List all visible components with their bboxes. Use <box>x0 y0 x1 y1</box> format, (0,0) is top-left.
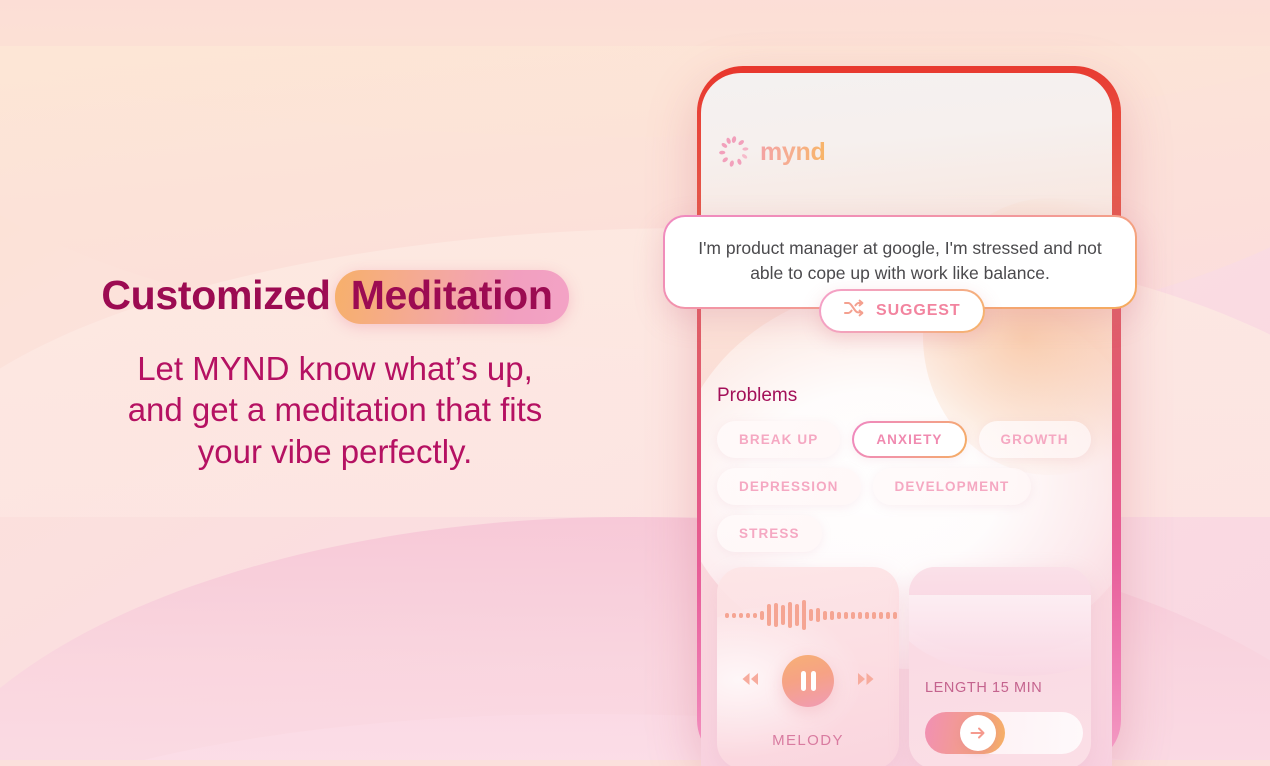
melody-label: MELODY <box>772 732 844 749</box>
waveform-bar <box>844 611 848 619</box>
problem-tag-stress[interactable]: STRESS <box>717 515 822 552</box>
subcopy-line-3: your vibe perfectly. <box>197 432 473 470</box>
waveform-bar <box>753 612 757 618</box>
subcopy-line-2: and get a meditation that fits <box>127 391 543 429</box>
rewind-button[interactable] <box>740 671 760 692</box>
waveform-bar <box>893 611 897 619</box>
headline-highlight-pill: Meditation <box>334 270 569 325</box>
mynd-loop-icon <box>717 135 751 169</box>
waveform-bar <box>858 611 862 619</box>
suggest-button-inner: SUGGEST <box>821 291 983 331</box>
phone-screen: mynd Problems BREAK UP ANXIETY GROWTH DE… <box>701 73 1112 766</box>
length-card: LENGTH 15 MIN <box>909 567 1091 766</box>
pause-bar-left <box>800 671 806 691</box>
suggest-button-label: SUGGEST <box>876 301 961 319</box>
waveform-bar <box>830 610 834 620</box>
app-logo-text: mynd <box>760 137 826 166</box>
cards-row: MELODY LENGTH 15 MIN <box>717 567 1091 766</box>
waveform-bar <box>767 604 771 626</box>
length-toggle[interactable] <box>925 712 1083 754</box>
hero-copy: Customized Meditation Let MYND know what’… <box>0 270 670 472</box>
waveform-bar <box>886 611 890 619</box>
waveform-bar <box>781 605 785 625</box>
suggest-button[interactable]: SUGGEST <box>819 289 985 333</box>
length-blob-2 <box>909 595 1091 677</box>
problem-tag-development[interactable]: DEVELOPMENT <box>872 468 1032 505</box>
waveform-bar <box>746 612 750 618</box>
length-label: LENGTH 15 MIN <box>925 680 1043 696</box>
waveform-bar <box>802 600 806 630</box>
waveform-bar <box>809 609 813 621</box>
player-controls <box>717 655 899 707</box>
waveform-bar <box>732 612 736 618</box>
shuffle-icon <box>843 299 865 322</box>
waveform-bar <box>872 611 876 619</box>
headline-plain: Customized <box>101 272 331 318</box>
waveform-bar <box>879 611 883 619</box>
problem-tag-break-up[interactable]: BREAK UP <box>717 421 841 458</box>
waveform-bar <box>823 610 827 620</box>
subcopy-line-1: Let MYND know what’s up, <box>137 350 533 388</box>
app-logo: mynd <box>717 135 826 169</box>
problem-tag-anxiety[interactable]: ANXIETY <box>852 421 966 458</box>
waveform-bar <box>739 612 743 618</box>
waveform-bar <box>788 602 792 628</box>
problem-tag-depression[interactable]: DEPRESSION <box>717 468 861 505</box>
problems-section-title: Problems <box>717 385 798 406</box>
waveform <box>725 600 899 630</box>
waveform-bar <box>795 604 799 626</box>
pause-bar-right <box>810 671 816 691</box>
hero-subcopy: Let MYND know what’s up, and get a medit… <box>0 348 670 472</box>
waveform-bar <box>851 611 855 619</box>
waveform-bar <box>774 603 778 627</box>
melody-player-card: MELODY <box>717 567 899 766</box>
forward-button[interactable] <box>856 671 876 692</box>
pause-button[interactable] <box>782 655 834 707</box>
waveform-bar <box>816 608 820 622</box>
page-title: Customized Meditation <box>0 270 670 325</box>
waveform-bar <box>725 612 729 618</box>
phone-mockup: mynd Problems BREAK UP ANXIETY GROWTH DE… <box>697 66 1121 766</box>
waveform-bar <box>760 610 764 620</box>
toggle-knob[interactable] <box>960 715 996 751</box>
waveform-bar <box>865 611 869 619</box>
problem-tag-growth[interactable]: GROWTH <box>978 421 1091 458</box>
prompt-text[interactable]: I'm product manager at google, I'm stres… <box>691 236 1109 286</box>
waveform-bar <box>837 611 841 619</box>
problem-tag-list: BREAK UP ANXIETY GROWTH DEPRESSION DEVEL… <box>717 421 1107 552</box>
